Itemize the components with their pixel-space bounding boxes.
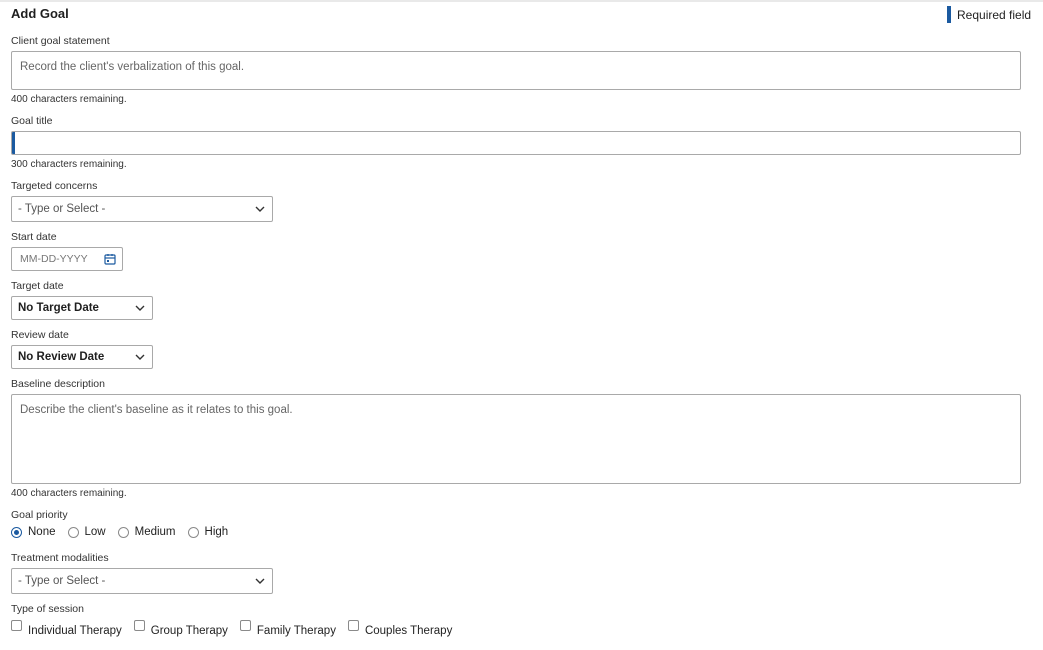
calendar-icon[interactable] [104, 253, 116, 265]
target-date-value: No Target Date [18, 302, 99, 314]
checkbox-icon[interactable] [133, 620, 145, 631]
goal-title-label: Goal title [11, 115, 53, 127]
radio-unselected-icon[interactable] [117, 526, 129, 538]
priority-low-radio[interactable]: Low [67, 526, 106, 538]
priority-low-label: Low [84, 526, 106, 538]
priority-medium-radio[interactable]: Medium [117, 526, 176, 538]
goal-title-remaining: 300 characters remaining. [11, 159, 127, 170]
type-of-session-checkbox-group: Individual Therapy Group Therapy Family … [11, 620, 464, 637]
client-goal-statement-remaining: 400 characters remaining. [11, 94, 127, 105]
group-therapy-checkbox[interactable]: Group Therapy [133, 620, 228, 637]
priority-none-label: None [28, 526, 56, 538]
target-date-select[interactable]: No Target Date [11, 296, 153, 320]
checkbox-icon[interactable] [239, 620, 251, 631]
start-date-placeholder: MM-DD-YYYY [20, 253, 88, 265]
baseline-description-placeholder: Describe the client's baseline as it rel… [20, 404, 293, 416]
chevron-down-icon [255, 206, 265, 212]
priority-none-radio[interactable]: None [11, 526, 56, 538]
review-date-select[interactable]: No Review Date [11, 345, 153, 369]
targeted-concerns-label: Targeted concerns [11, 180, 98, 192]
priority-medium-label: Medium [134, 526, 176, 538]
goal-priority-radio-group: None Low Medium High [11, 526, 240, 538]
targeted-concerns-value: - Type or Select - [18, 203, 106, 215]
radio-unselected-icon[interactable] [67, 526, 79, 538]
treatment-modalities-label: Treatment modalities [11, 552, 109, 564]
client-goal-statement-textarea[interactable]: Record the client's verbalization of thi… [11, 51, 1021, 90]
chevron-down-icon [135, 305, 145, 311]
goal-priority-label: Goal priority [11, 509, 68, 521]
treatment-modalities-value: - Type or Select - [18, 575, 106, 587]
start-date-input[interactable]: MM-DD-YYYY [11, 247, 123, 271]
required-marker [12, 132, 15, 154]
goal-title-input[interactable] [11, 131, 1021, 155]
checkbox-icon[interactable] [11, 620, 22, 631]
review-date-label: Review date [11, 329, 69, 341]
treatment-modalities-select[interactable]: - Type or Select - [11, 568, 273, 594]
baseline-description-label: Baseline description [11, 378, 105, 390]
page-title: Add Goal [11, 6, 69, 21]
top-divider [0, 0, 1043, 2]
review-date-value: No Review Date [18, 351, 105, 363]
baseline-description-textarea[interactable]: Describe the client's baseline as it rel… [11, 394, 1021, 484]
target-date-label: Target date [11, 280, 64, 292]
priority-high-radio[interactable]: High [187, 526, 229, 538]
family-therapy-label: Family Therapy [256, 625, 336, 637]
radio-unselected-icon[interactable] [187, 526, 199, 538]
chevron-down-icon [135, 354, 145, 360]
individual-therapy-checkbox[interactable]: Individual Therapy [11, 620, 122, 637]
type-of-session-label: Type of session [11, 603, 84, 615]
start-date-label: Start date [11, 231, 57, 243]
required-indicator [947, 6, 951, 23]
client-goal-statement-label: Client goal statement [11, 35, 110, 47]
radio-selected-icon[interactable] [11, 526, 22, 538]
client-goal-statement-placeholder: Record the client's verbalization of thi… [20, 61, 245, 73]
required-field-text: Required field [957, 7, 1032, 22]
family-therapy-checkbox[interactable]: Family Therapy [239, 620, 336, 637]
couples-therapy-checkbox[interactable]: Couples Therapy [347, 620, 453, 637]
required-field-legend: Required field [947, 6, 1031, 23]
baseline-description-remaining: 400 characters remaining. [11, 488, 127, 499]
couples-therapy-label: Couples Therapy [364, 625, 453, 637]
priority-high-label: High [204, 526, 229, 538]
individual-therapy-label: Individual Therapy [28, 625, 122, 637]
chevron-down-icon [255, 578, 265, 584]
group-therapy-label: Group Therapy [150, 625, 228, 637]
targeted-concerns-select[interactable]: - Type or Select - [11, 196, 273, 222]
checkbox-icon[interactable] [347, 620, 359, 631]
